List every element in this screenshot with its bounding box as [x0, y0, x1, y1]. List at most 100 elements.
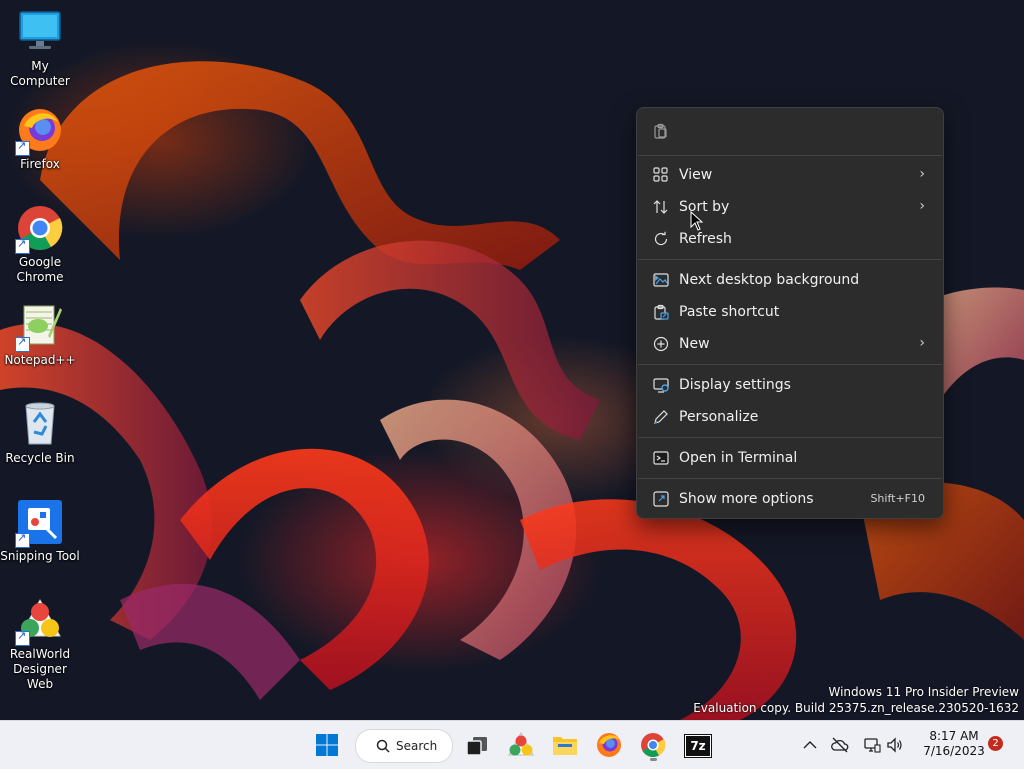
chrome-icon [15, 204, 64, 254]
sort-icon [653, 200, 668, 214]
next-background-icon [653, 273, 669, 287]
menu-separator [638, 259, 942, 260]
taskbar-search-box[interactable]: Search [355, 729, 453, 763]
desktop-icon-label: My Computer [10, 59, 70, 88]
desktop-icon-google-chrome[interactable]: Google Chrome [0, 204, 80, 285]
desktop-icon-label: Google Chrome [16, 255, 64, 284]
display-settings-icon [653, 378, 669, 393]
mouse-cursor-icon [690, 211, 704, 231]
taskbar-app-chrome[interactable] [637, 729, 669, 761]
pen-icon [654, 410, 668, 424]
menu-item-label: New [679, 336, 710, 352]
menu-item-label: Open in Terminal [679, 450, 798, 466]
taskbar-app-firefox[interactable] [593, 729, 625, 761]
taskbar: Search 7z 8:17 AM 7/16/2023 [0, 720, 1024, 769]
shortcut-arrow-icon [15, 629, 30, 646]
watermark-line-2: Evaluation copy. Build 25375.zn_release.… [693, 701, 1019, 715]
menu-item-label: View [679, 167, 713, 183]
terminal-icon [653, 451, 669, 465]
menu-item-label: Sort by [679, 199, 730, 215]
realworld-icon [508, 731, 534, 756]
desktop-icon-firefox[interactable]: Firefox [0, 106, 80, 172]
search-icon [376, 739, 390, 753]
new-plus-icon [653, 336, 669, 352]
realworld-icon [15, 596, 64, 646]
chevron-right-icon: › [919, 335, 925, 351]
snipping-tool-icon [15, 498, 64, 548]
refresh-icon [654, 231, 668, 246]
paste-button[interactable] [641, 116, 677, 146]
desktop-icon-my-computer[interactable]: My Computer [0, 8, 80, 89]
menu-item-label: Show more options [679, 491, 814, 507]
menu-separator [638, 155, 942, 156]
menu-item-view[interactable]: View › [641, 160, 939, 190]
volume-icon[interactable] [886, 736, 904, 754]
menu-item-label: Display settings [679, 377, 791, 393]
menu-item-new[interactable]: New › [641, 329, 939, 359]
taskbar-app-7zip[interactable]: 7z [681, 729, 713, 761]
start-icon [316, 734, 338, 756]
file-explorer-icon [553, 737, 577, 755]
task-view-button[interactable] [461, 729, 493, 761]
recycle-bin-icon [16, 400, 64, 448]
menu-separator [638, 478, 942, 479]
chevron-right-icon: › [919, 198, 925, 214]
keyboard-shortcut-label: Shift+F10 [870, 492, 925, 505]
desktop-icon-label: Firefox [20, 157, 60, 171]
cloud-off-icon[interactable] [831, 736, 849, 754]
chevron-right-icon: › [919, 166, 925, 182]
more-options-icon [653, 491, 669, 507]
notepadpp-icon [15, 302, 64, 352]
chevron-up-icon[interactable] [801, 736, 819, 754]
start-button[interactable] [311, 729, 343, 761]
taskbar-app-file-explorer[interactable] [549, 729, 581, 761]
watermark-line-1: Windows 11 Pro Insider Preview [828, 685, 1019, 699]
shortcut-arrow-icon [15, 139, 30, 156]
menu-item-label: Refresh [679, 231, 732, 247]
clipboard-icon [654, 123, 667, 139]
firefox-icon [15, 106, 64, 156]
menu-item-display-settings[interactable]: Display settings [641, 370, 939, 400]
menu-item-personalize[interactable]: Personalize [641, 402, 939, 432]
taskbar-app-realworld[interactable] [505, 729, 537, 761]
7zip-icon: 7z [685, 735, 711, 757]
clock-time: 8:17 AM [929, 729, 979, 743]
firefox-icon [597, 733, 621, 757]
menu-item-refresh[interactable]: Refresh [641, 224, 939, 254]
menu-item-next-desktop-background[interactable]: Next desktop background [641, 265, 939, 295]
desktop-context-menu: View › Sort by › Refresh Next desktop ba… [636, 107, 944, 519]
shortcut-arrow-icon [15, 531, 30, 548]
desktop-icon-snipping-tool[interactable]: Snipping Tool [0, 498, 80, 564]
menu-separator [638, 437, 942, 438]
desktop-icon-notepadpp[interactable]: Notepad++ [0, 302, 80, 368]
evaluation-watermark: Windows 11 Pro Insider Preview Evaluatio… [693, 684, 1019, 716]
taskbar-clock[interactable]: 8:17 AM 7/16/2023 [916, 729, 992, 759]
shortcut-arrow-icon [15, 335, 30, 352]
paste-shortcut-icon [654, 304, 669, 320]
clock-date: 7/16/2023 [923, 744, 985, 758]
notification-badge[interactable]: 2 [988, 736, 1003, 751]
menu-item-open-in-terminal[interactable]: Open in Terminal [641, 443, 939, 473]
desktop-icon-realworld-designer-web[interactable]: RealWorld Designer Web [0, 596, 80, 692]
network-icon[interactable] [863, 736, 881, 754]
chrome-icon [641, 733, 666, 758]
desktop-icon-label: Snipping Tool [0, 549, 80, 563]
7zip-label: 7z [690, 739, 706, 753]
menu-item-sort-by[interactable]: Sort by › [641, 192, 939, 222]
menu-item-paste-shortcut[interactable]: Paste shortcut [641, 297, 939, 327]
desktop-icon-label: RealWorld Designer Web [9, 647, 71, 691]
task-view-icon [466, 737, 487, 756]
search-label: Search [396, 739, 438, 753]
monitor-icon [16, 8, 64, 56]
menu-separator [638, 364, 942, 365]
menu-item-label: Next desktop background [679, 272, 860, 288]
active-app-indicator [650, 758, 657, 761]
desktop-icon-recycle-bin[interactable]: Recycle Bin [0, 400, 80, 466]
desktop-icon-label: Notepad++ [4, 353, 76, 367]
grid-icon [653, 167, 668, 182]
desktop-icon-label: Recycle Bin [5, 451, 75, 465]
menu-item-label: Paste shortcut [679, 304, 780, 320]
menu-item-label: Personalize [679, 409, 759, 425]
menu-item-show-more-options[interactable]: Show more options Shift+F10 [641, 484, 939, 514]
shortcut-arrow-icon [15, 237, 30, 254]
